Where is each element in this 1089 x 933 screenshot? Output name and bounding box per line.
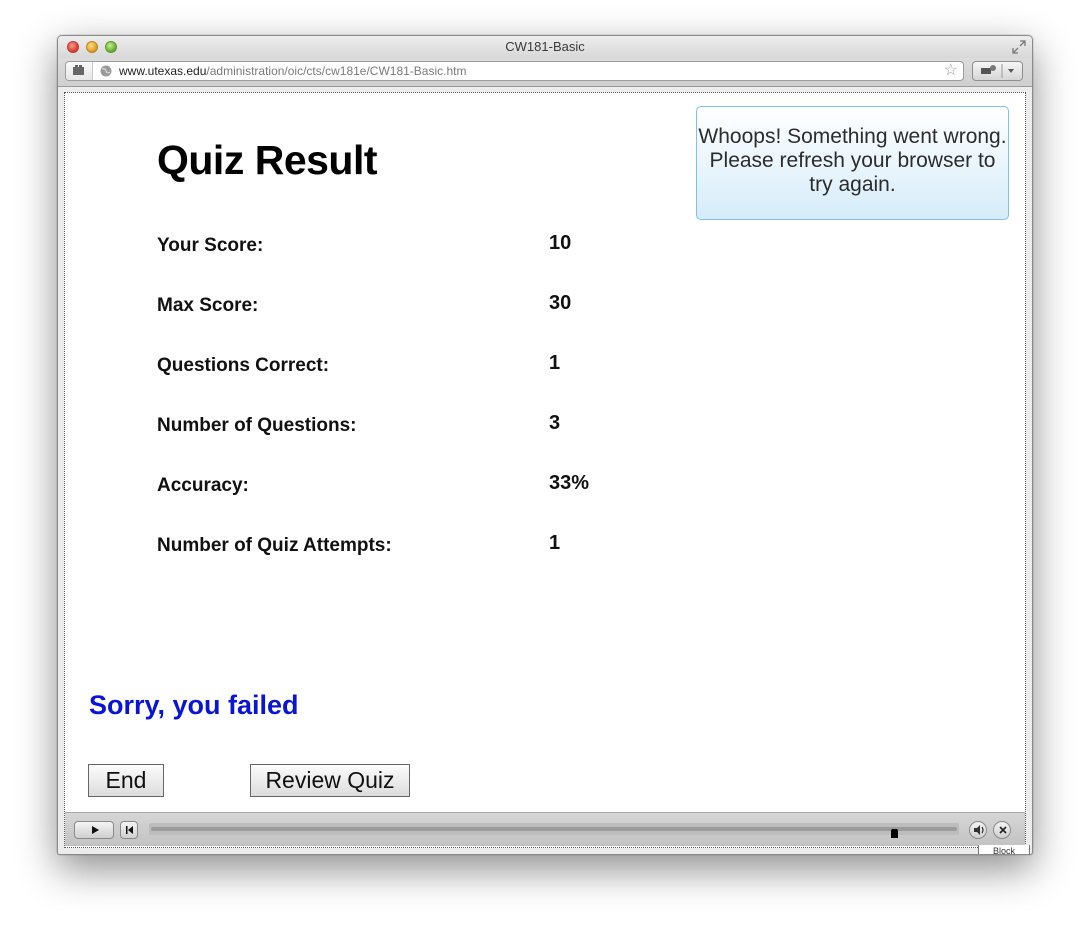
number-of-questions-label: Number of Questions: <box>157 415 357 436</box>
quiz-content: Quiz Result Your Score: 10 Max Score: 30… <box>64 92 1026 848</box>
playhead-handle[interactable] <box>891 829 898 838</box>
extension-icon <box>981 64 1014 78</box>
globe-icon <box>100 65 112 77</box>
questions-correct-value: 1 <box>549 352 561 374</box>
title-bar: CW181-Basic <box>58 36 1032 58</box>
block-tag[interactable]: Block <box>978 845 1030 854</box>
bookmarks-icon <box>73 65 84 75</box>
max-score-label: Max Score: <box>157 295 259 316</box>
quiz-attempts-value: 1 <box>549 532 561 554</box>
browser-toolbar: www.utexas.edu/administration/oic/cts/cw… <box>58 58 1032 87</box>
url-path: /administration/oic/cts/cw181e/CW181-Bas… <box>206 64 467 78</box>
questions-correct-label: Questions Correct: <box>157 355 330 376</box>
extensions-button[interactable] <box>972 61 1023 81</box>
review-quiz-button[interactable]: Review Quiz <box>250 764 410 797</box>
rewind-button[interactable] <box>120 821 138 839</box>
skip-back-icon <box>126 826 133 834</box>
your-score-value: 10 <box>549 232 572 254</box>
play-icon <box>92 826 99 834</box>
result-message: Sorry, you failed <box>89 690 299 720</box>
page-title: Quiz Result <box>157 137 378 183</box>
close-player-button[interactable] <box>993 821 1011 839</box>
accuracy-label: Accuracy: <box>157 475 249 496</box>
speaker-icon <box>974 825 984 835</box>
number-of-questions-value: 3 <box>549 412 561 434</box>
url-domain: www.utexas.edu <box>119 64 207 78</box>
address-bar[interactable]: www.utexas.edu/administration/oic/cts/cw… <box>65 61 964 81</box>
accuracy-value: 33% <box>549 472 590 494</box>
play-button[interactable] <box>74 821 114 839</box>
browser-window: CW181-Basic www.utexas.edu/administratio… <box>57 35 1033 855</box>
url-text: www.utexas.edu/administration/oic/cts/cw… <box>119 64 467 78</box>
quiz-attempts-label: Number of Quiz Attempts: <box>157 535 392 556</box>
reader-button[interactable] <box>66 62 93 80</box>
your-score-label: Your Score: <box>157 235 264 256</box>
progress-slider[interactable] <box>149 823 959 838</box>
end-button[interactable]: End <box>88 764 164 797</box>
playback-bar <box>65 812 1025 846</box>
volume-button[interactable] <box>969 821 987 839</box>
bookmark-star-icon[interactable]: ☆ <box>944 62 958 80</box>
max-score-value: 30 <box>549 292 572 314</box>
progress-track <box>151 827 957 831</box>
error-callout: Whoops! Something went wrong. Please ref… <box>696 106 1009 220</box>
close-icon <box>999 826 1007 834</box>
window-title: CW181-Basic <box>505 39 585 54</box>
fullscreen-icon[interactable] <box>1012 40 1026 54</box>
